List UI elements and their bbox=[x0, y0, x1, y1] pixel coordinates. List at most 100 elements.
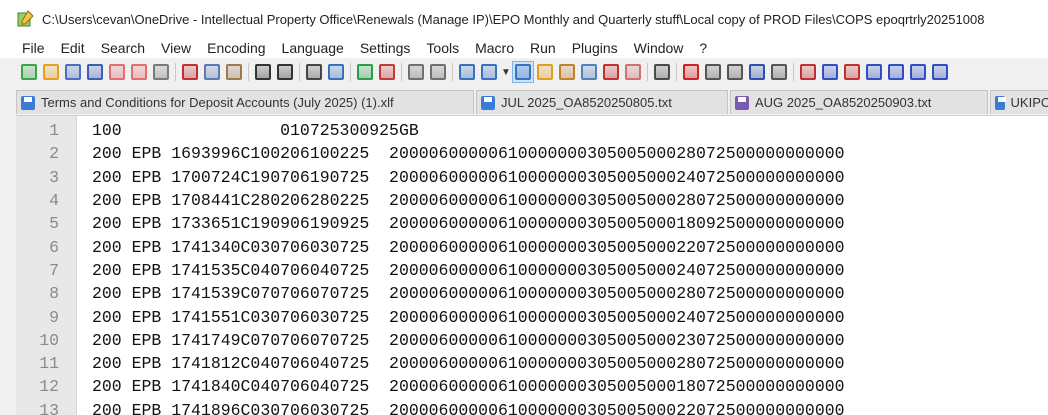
plugin-c-icon[interactable] bbox=[841, 61, 863, 83]
document-map-icon[interactable] bbox=[556, 61, 578, 83]
close-all-icon[interactable] bbox=[128, 61, 150, 83]
function-list-icon[interactable] bbox=[600, 61, 622, 83]
editor-lines: 1 100 010725300925GB 2 200 EPB 1693996C1002… bbox=[16, 119, 1048, 415]
menu-settings[interactable]: Settings bbox=[352, 38, 419, 58]
indent-guide-icon[interactable] bbox=[512, 61, 534, 83]
save-state-icon bbox=[481, 95, 495, 110]
menu-language[interactable]: Language bbox=[274, 38, 352, 58]
toolbar-separator bbox=[647, 63, 648, 81]
menu-search[interactable]: Search bbox=[93, 38, 153, 58]
print-icon[interactable] bbox=[150, 61, 172, 83]
plugin-e-icon[interactable] bbox=[929, 61, 951, 83]
menu-bar: File Edit Search View Encoding Language Settin… bbox=[0, 38, 1048, 58]
line-text: 200 EPB 1741535C040706040725 20000600000… bbox=[92, 260, 845, 280]
file-tab[interactable]: AUG 2025_OA8520250903.txt bbox=[730, 90, 988, 114]
notepad-plus-plus-icon bbox=[16, 10, 34, 28]
plugin-a-icon[interactable] bbox=[797, 61, 819, 83]
editor-line[interactable]: 11 200 EPB 1741812C040706040725 200006000… bbox=[16, 352, 1048, 375]
editor-line[interactable]: 9 200 EPB 1741551C030706030725 2000060000… bbox=[16, 305, 1048, 328]
save-state-icon bbox=[995, 95, 1006, 110]
save-state-icon bbox=[21, 95, 35, 110]
close-icon[interactable] bbox=[106, 61, 128, 83]
define-language-icon[interactable] bbox=[534, 61, 556, 83]
line-text: 200 EPB 1741539C070706070725 20000600000… bbox=[92, 284, 845, 304]
file-tab-label: UKIPO bbox=[1010, 95, 1048, 110]
save-state-icon bbox=[735, 95, 749, 110]
stop-record-icon[interactable] bbox=[702, 61, 724, 83]
file-tab[interactable]: UKIPO bbox=[990, 90, 1048, 114]
cut-icon[interactable] bbox=[179, 61, 201, 83]
menu-macro[interactable]: Macro bbox=[467, 38, 522, 58]
toolbar: ▼ bbox=[0, 58, 1048, 86]
menu-window[interactable]: Window bbox=[626, 38, 692, 58]
editor-line[interactable]: 10 200 EPB 1741749C070706070725 200006000… bbox=[16, 329, 1048, 352]
editor-line[interactable]: 7 200 EPB 1741535C040706040725 2000060000… bbox=[16, 259, 1048, 282]
line-text: 200 EPB 1741896C030706030725 20000600000… bbox=[92, 400, 845, 415]
editor-line[interactable]: 6 200 EPB 1741340C030706030725 2000060000… bbox=[16, 235, 1048, 258]
menu-edit[interactable]: Edit bbox=[53, 38, 93, 58]
menu-run[interactable]: Run bbox=[522, 38, 564, 58]
menu-file[interactable]: File bbox=[0, 38, 53, 58]
line-text: 200 EPB 1741340C030706030725 20000600000… bbox=[92, 237, 845, 257]
file-tab[interactable]: JUL 2025_OA8520250805.txt bbox=[476, 90, 728, 114]
copy-icon[interactable] bbox=[201, 61, 223, 83]
editor-line[interactable]: 8 200 EPB 1741539C070706070725 2000060000… bbox=[16, 282, 1048, 305]
open-file-icon[interactable] bbox=[40, 61, 62, 83]
editor-line[interactable]: 13 200 EPB 1741896C030706030725 200006000… bbox=[16, 399, 1048, 415]
new-file-icon[interactable] bbox=[18, 61, 40, 83]
plugin-d-icon[interactable] bbox=[863, 61, 885, 83]
window-title: C:\Users\cevan\OneDrive - Intellectual P… bbox=[42, 11, 985, 27]
toolbar-separator bbox=[793, 63, 794, 81]
editor[interactable]: 1 100 010725300925GB 2 200 EPB 1693996C1002… bbox=[16, 115, 1048, 415]
line-number: 13 bbox=[39, 400, 59, 415]
word-wrap-icon[interactable] bbox=[456, 61, 478, 83]
line-text: 200 EPB 1741812C040706040725 20000600000… bbox=[92, 354, 845, 374]
replace-icon[interactable] bbox=[325, 61, 347, 83]
monitoring-icon[interactable] bbox=[651, 61, 673, 83]
editor-line[interactable]: 1 100 010725300925GB bbox=[16, 119, 1048, 142]
zoom-out-icon[interactable] bbox=[376, 61, 398, 83]
save-all-icon[interactable] bbox=[84, 61, 106, 83]
file-tab-label: JUL 2025_OA8520250805.txt bbox=[501, 95, 672, 110]
playback-icon[interactable] bbox=[724, 61, 746, 83]
line-number: 10 bbox=[39, 330, 59, 350]
paste-icon[interactable] bbox=[223, 61, 245, 83]
arrow-down-icon[interactable] bbox=[907, 61, 929, 83]
line-number: 9 bbox=[49, 307, 59, 327]
line-number: 7 bbox=[49, 260, 59, 280]
menu-help[interactable]: ? bbox=[691, 38, 715, 58]
redo-icon[interactable] bbox=[274, 61, 296, 83]
menu-view[interactable]: View bbox=[153, 38, 199, 58]
editor-line[interactable]: 12 200 EPB 1741840C040706040725 200006000… bbox=[16, 375, 1048, 398]
line-text: 200 EPB 1741749C070706070725 20000600000… bbox=[92, 330, 845, 350]
menu-plugins[interactable]: Plugins bbox=[564, 38, 626, 58]
save-macro-icon[interactable] bbox=[768, 61, 790, 83]
arrow-up-icon[interactable] bbox=[885, 61, 907, 83]
line-number: 11 bbox=[39, 354, 59, 374]
editor-line[interactable]: 3 200 EPB 1700724C190706190725 2000060000… bbox=[16, 166, 1048, 189]
menu-encoding[interactable]: Encoding bbox=[199, 38, 273, 58]
toolbar-separator bbox=[248, 63, 249, 81]
zoom-in-icon[interactable] bbox=[354, 61, 376, 83]
find-icon[interactable] bbox=[303, 61, 325, 83]
file-tab[interactable]: Terms and Conditions for Deposit Account… bbox=[16, 90, 474, 114]
folder-workspace-icon[interactable] bbox=[622, 61, 644, 83]
undo-icon[interactable] bbox=[252, 61, 274, 83]
doc-list-icon[interactable] bbox=[578, 61, 600, 83]
sync-vertical-icon[interactable] bbox=[405, 61, 427, 83]
menu-tools[interactable]: Tools bbox=[418, 38, 467, 58]
run-macro-multiple-icon[interactable] bbox=[746, 61, 768, 83]
editor-line[interactable]: 4 200 EPB 1708441C280206280225 2000060000… bbox=[16, 189, 1048, 212]
title-bar: C:\Users\cevan\OneDrive - Intellectual P… bbox=[0, 0, 1048, 38]
record-macro-icon[interactable] bbox=[680, 61, 702, 83]
line-text: 200 EPB 1708441C280206280225 20000600000… bbox=[92, 191, 845, 211]
toolbar-separator bbox=[452, 63, 453, 81]
editor-line[interactable]: 5 200 EPB 1733651C190906190925 2000060000… bbox=[16, 212, 1048, 235]
dropdown-caret-icon[interactable]: ▼ bbox=[500, 61, 512, 83]
editor-line[interactable]: 2 200 EPB 1693996C100206100225 2000060000… bbox=[16, 142, 1048, 165]
plugin-b-icon[interactable] bbox=[819, 61, 841, 83]
line-text: 200 EPB 1741840C040706040725 20000600000… bbox=[92, 377, 845, 397]
sync-horizontal-icon[interactable] bbox=[427, 61, 449, 83]
show-all-chars-icon[interactable] bbox=[478, 61, 500, 83]
save-icon[interactable] bbox=[62, 61, 84, 83]
